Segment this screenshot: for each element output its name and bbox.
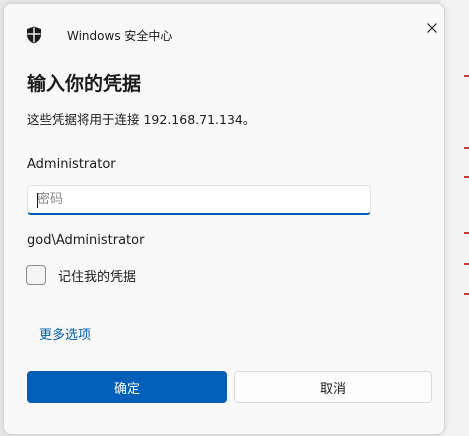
background-window-mark — [464, 75, 469, 77]
background-window-mark — [464, 176, 469, 178]
password-input[interactable] — [27, 185, 371, 215]
text-caret — [37, 193, 38, 208]
domain-user-label: god\Administrator — [27, 233, 145, 248]
remember-credentials-checkbox[interactable]: 记住我的凭据 — [26, 263, 136, 287]
close-icon — [427, 23, 437, 33]
shield-icon — [27, 26, 41, 44]
credentials-dialog: Windows 安全中心 输入你的凭据 这些凭据将用于连接 192.168.71… — [3, 3, 445, 435]
connection-description: 这些凭据将用于连接 192.168.71.134。 — [27, 112, 256, 127]
background-window-mark — [464, 263, 469, 265]
checkbox-box[interactable] — [26, 265, 46, 285]
background-window-mark — [464, 147, 469, 149]
dialog-heading: 输入你的凭据 — [27, 73, 142, 95]
cancel-button[interactable]: 取消 — [234, 371, 432, 403]
ok-button[interactable]: 确定 — [27, 371, 227, 403]
background-window-mark — [464, 293, 469, 295]
background-window-mark — [464, 232, 469, 234]
close-button[interactable] — [422, 18, 442, 38]
more-options-link[interactable]: 更多选项 — [39, 324, 91, 343]
remember-credentials-label: 记住我的凭据 — [58, 269, 137, 285]
username-label: Administrator — [27, 157, 116, 172]
app-title: Windows 安全中心 — [67, 29, 173, 43]
